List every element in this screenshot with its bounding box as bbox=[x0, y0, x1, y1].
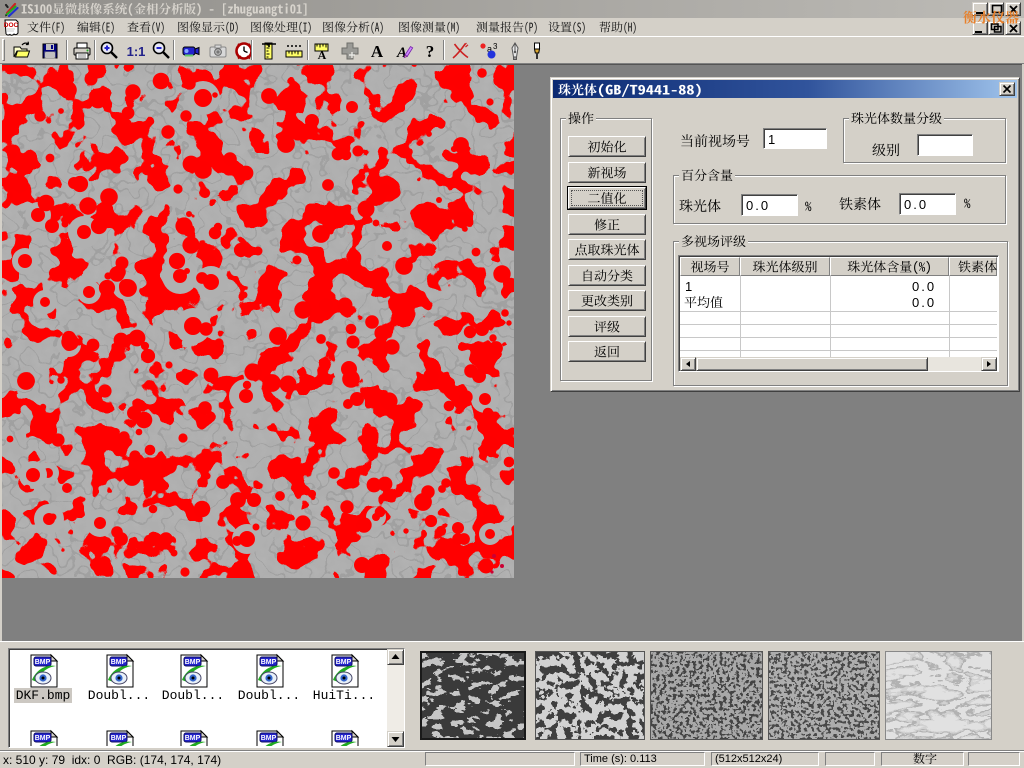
svg-text:BMP: BMP bbox=[185, 659, 201, 666]
svg-text:A: A bbox=[318, 48, 327, 61]
svg-text:A: A bbox=[396, 45, 407, 61]
svg-text:A: A bbox=[371, 42, 384, 61]
svg-text:BMP: BMP bbox=[35, 735, 51, 742]
svg-text:BMP: BMP bbox=[336, 659, 352, 666]
svg-text:?: ? bbox=[426, 42, 435, 61]
svg-text:BMP: BMP bbox=[111, 659, 127, 666]
svg-text:BMP: BMP bbox=[185, 735, 201, 742]
svg-text:3: 3 bbox=[493, 42, 498, 51]
svg-text:BMP: BMP bbox=[261, 735, 277, 742]
svg-text:BMP: BMP bbox=[35, 659, 51, 666]
svg-text:BMP: BMP bbox=[111, 735, 127, 742]
svg-text:DOC: DOC bbox=[4, 22, 19, 29]
svg-text:BMP: BMP bbox=[336, 735, 352, 742]
svg-text:BMP: BMP bbox=[261, 659, 277, 666]
svg-text:1:1: 1:1 bbox=[127, 44, 146, 59]
